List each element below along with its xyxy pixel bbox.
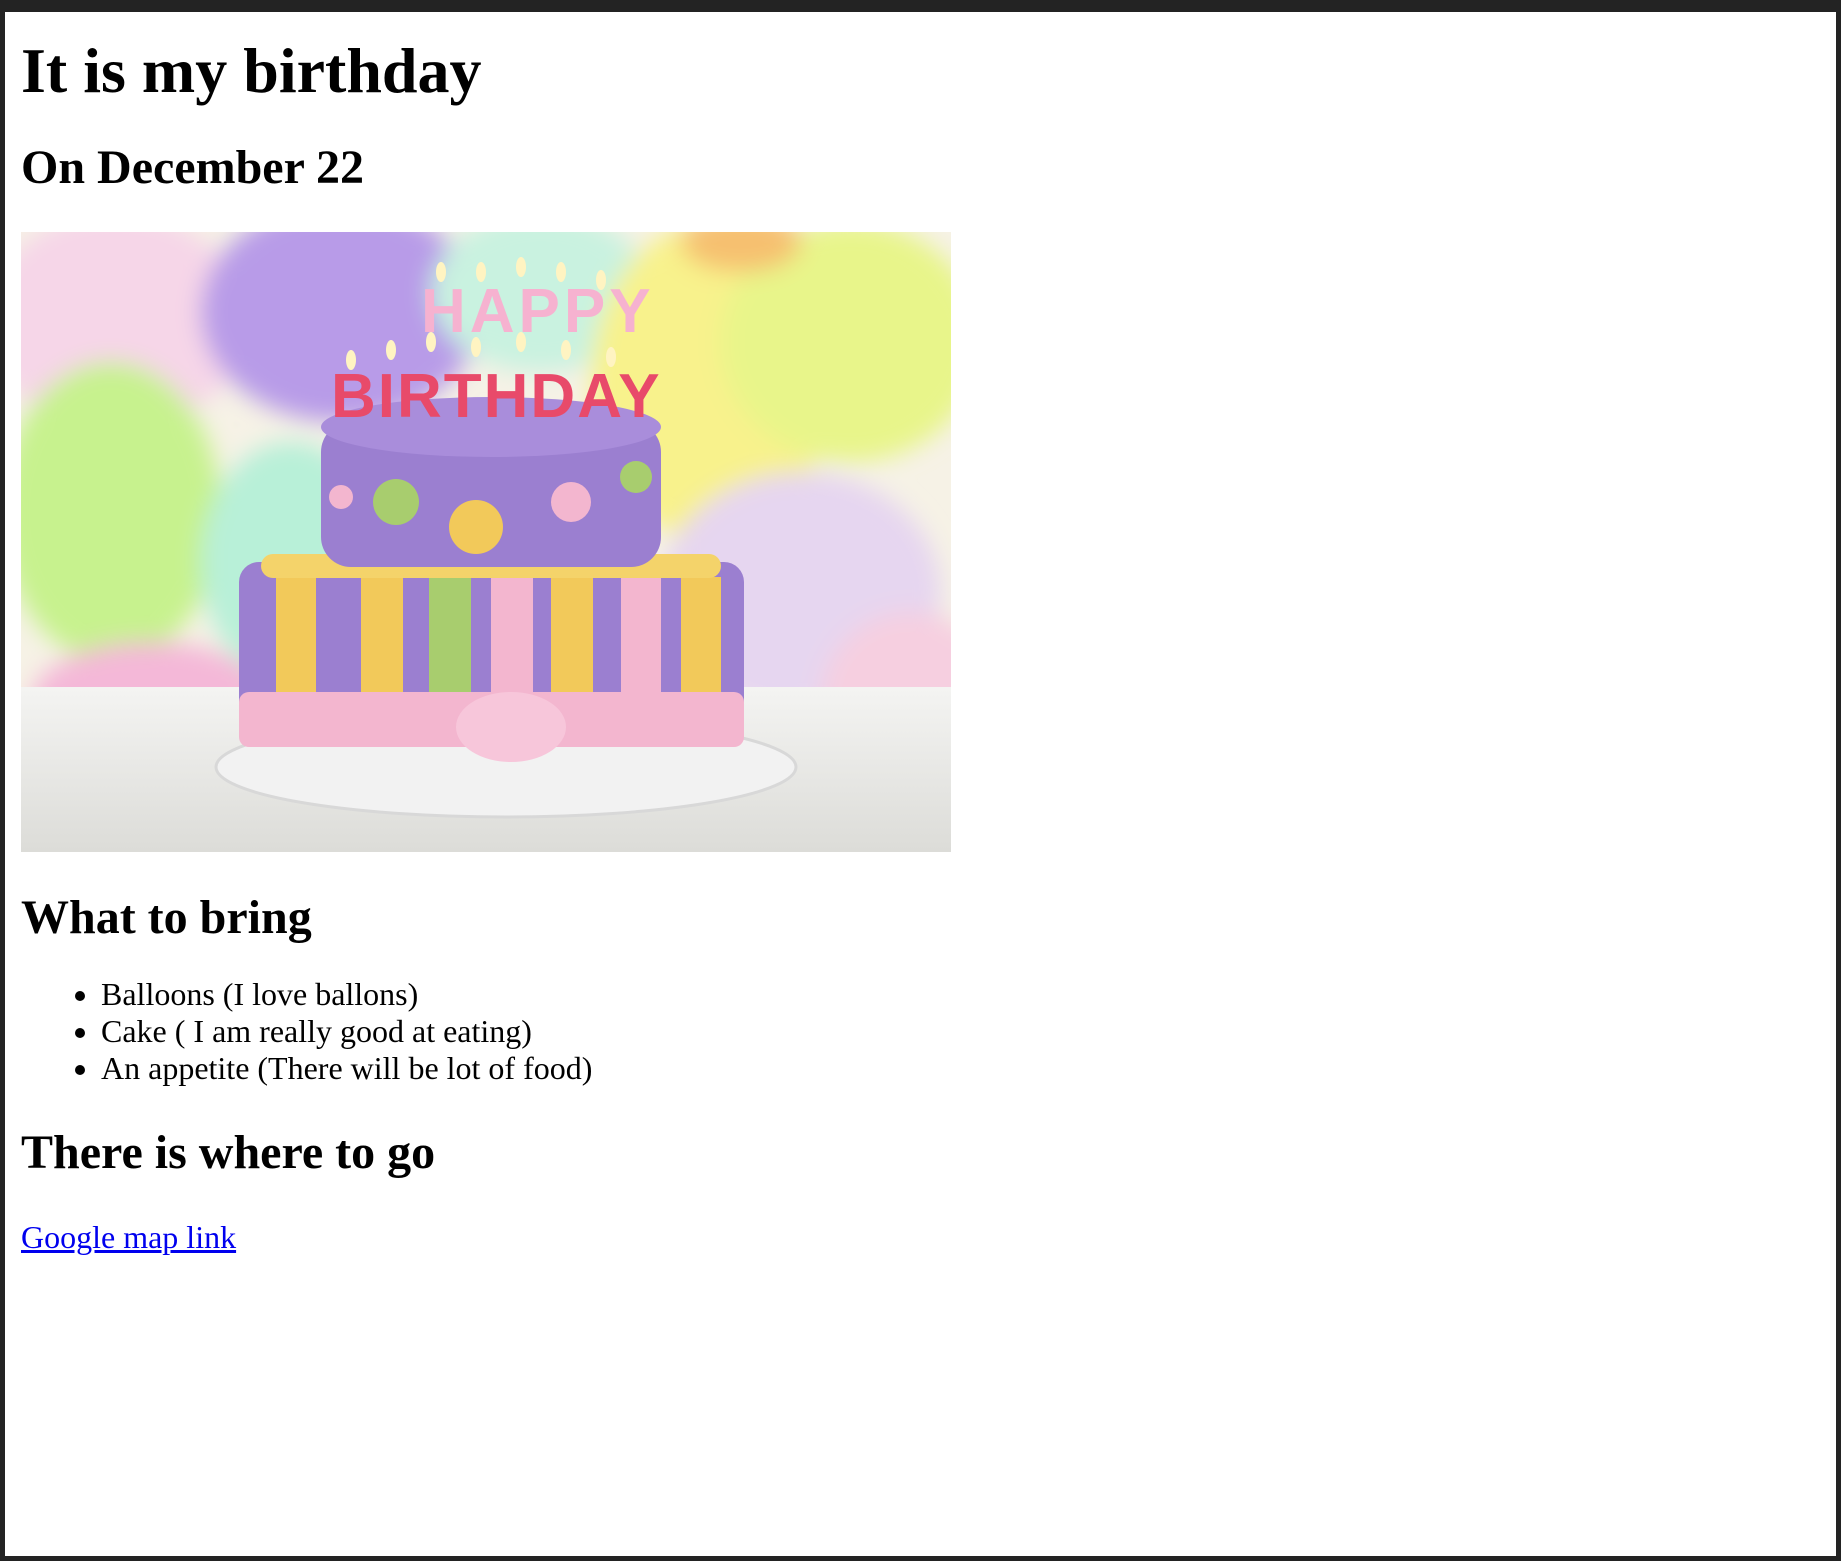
cake-candle-text-bottom: BIRTHDAY [331, 362, 662, 431]
what-to-bring-heading: What to bring [21, 891, 312, 944]
date-heading: On December 22 [21, 141, 365, 194]
page-content: It is my birthday On December 22 HAPPY B… [21, 12, 1831, 1256]
list-item: Balloons (I love ballons) [101, 976, 1831, 1013]
list-item: Cake ( I am really good at eating) [101, 1013, 1831, 1050]
google-map-link[interactable]: Google map link [21, 1219, 236, 1256]
page-title: It is my birthday [21, 35, 482, 106]
window-left-border [0, 0, 5, 1561]
cake-candle-text-top: HAPPY [421, 277, 655, 346]
window-bottom-border [0, 1556, 1841, 1561]
window-right-border [1836, 0, 1841, 1561]
list-item: An appetite (There will be lot of food) [101, 1050, 1831, 1087]
window-top-border [0, 0, 1841, 12]
where-to-go-heading: There is where to go [21, 1126, 436, 1179]
what-to-bring-list: Balloons (I love ballons) Cake ( I am re… [21, 976, 1831, 1087]
birthday-cake-image: HAPPY BIRTHDAY [21, 232, 951, 852]
